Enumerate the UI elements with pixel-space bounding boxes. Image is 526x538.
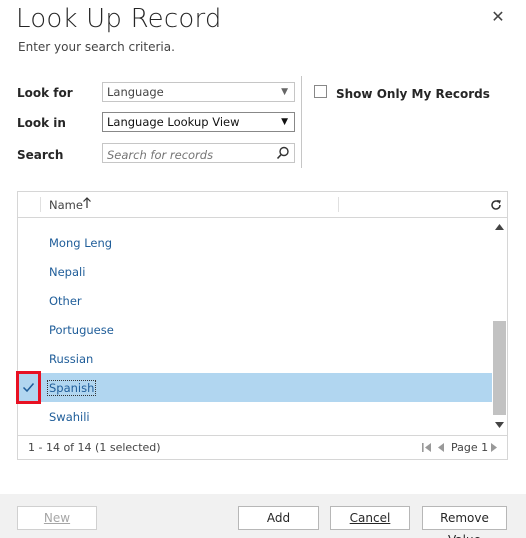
new-button[interactable]: New [17, 506, 97, 530]
record-count: 1 - 14 of 14 (1 selected) [28, 441, 161, 454]
column-header-name[interactable]: Name [49, 198, 83, 212]
sort-ascending-icon[interactable] [82, 196, 92, 210]
add-button[interactable]: Add [238, 506, 319, 530]
dialog-subtitle: Enter your search criteria. [18, 40, 175, 54]
add-button-label: Add [266, 511, 291, 525]
criteria-divider [301, 76, 302, 168]
look-in-value: Language Lookup View [107, 115, 240, 129]
table-row[interactable]: Mong Leng [18, 228, 492, 257]
row-name-link[interactable]: Russian [49, 352, 93, 366]
refresh-icon[interactable] [490, 199, 502, 211]
look-in-select[interactable]: Language Lookup View ▼ [102, 112, 295, 132]
look-in-label: Look in [17, 116, 66, 130]
grid-body: Mong Leng Nepali Other Portuguese Russia… [18, 219, 492, 435]
search-label: Search [17, 148, 64, 162]
table-row[interactable]: Nepali [18, 257, 492, 286]
grid-header: Name [18, 192, 507, 218]
results-grid: Name Mong Leng Nepali Other Portuguese R… [17, 191, 508, 460]
look-for-select[interactable]: Language ▼ [102, 82, 295, 102]
new-button-label: New [43, 511, 71, 525]
table-row[interactable]: Portuguese [18, 315, 492, 344]
close-icon[interactable]: ✕ [491, 9, 505, 25]
table-row[interactable]: Swahili [18, 402, 492, 431]
dropdown-arrow-icon: ▼ [281, 87, 288, 97]
row-name-link[interactable]: Mong Leng [49, 236, 112, 250]
cancel-button-label: Cancel [349, 511, 391, 525]
row-name-link[interactable]: Portuguese [49, 323, 114, 337]
table-row-selected[interactable]: Spanish [18, 373, 492, 402]
scrollbar-thumb[interactable] [493, 321, 506, 415]
dropdown-arrow-icon: ▼ [281, 117, 288, 127]
show-only-my-records-checkbox[interactable] [314, 85, 327, 98]
next-page-icon[interactable] [490, 443, 497, 452]
column-divider [338, 197, 339, 212]
previous-page-icon[interactable] [438, 443, 445, 452]
row-name-link[interactable]: Swahili [49, 410, 90, 424]
row-name-link[interactable]: Spanish [46, 380, 97, 396]
scroll-down-icon[interactable] [495, 422, 504, 428]
grid-footer: 1 - 14 of 14 (1 selected) Page 1 [18, 435, 507, 459]
column-divider [40, 197, 41, 212]
search-box [102, 143, 295, 164]
vertical-scrollbar[interactable] [492, 219, 507, 435]
dialog-title: Look Up Record [16, 4, 222, 34]
table-row[interactable]: Other [18, 286, 492, 315]
scroll-up-icon[interactable] [495, 224, 504, 230]
first-page-icon[interactable] [422, 443, 432, 452]
row-name-link[interactable]: Other [49, 294, 82, 308]
show-only-my-records-label[interactable]: Show Only My Records [336, 87, 490, 101]
page-indicator: Page 1 [451, 441, 489, 454]
table-row[interactable]: Russian [18, 344, 492, 373]
look-for-value: Language [107, 85, 164, 99]
row-name-link[interactable]: Nepali [49, 265, 85, 279]
look-for-label: Look for [17, 86, 73, 100]
search-input[interactable] [103, 146, 273, 164]
cancel-button[interactable]: Cancel [330, 506, 410, 530]
checkmark-icon [22, 383, 35, 393]
row-checkbox[interactable] [18, 373, 40, 402]
search-icon[interactable] [276, 146, 290, 160]
remove-value-button[interactable]: Remove Value [422, 506, 507, 538]
